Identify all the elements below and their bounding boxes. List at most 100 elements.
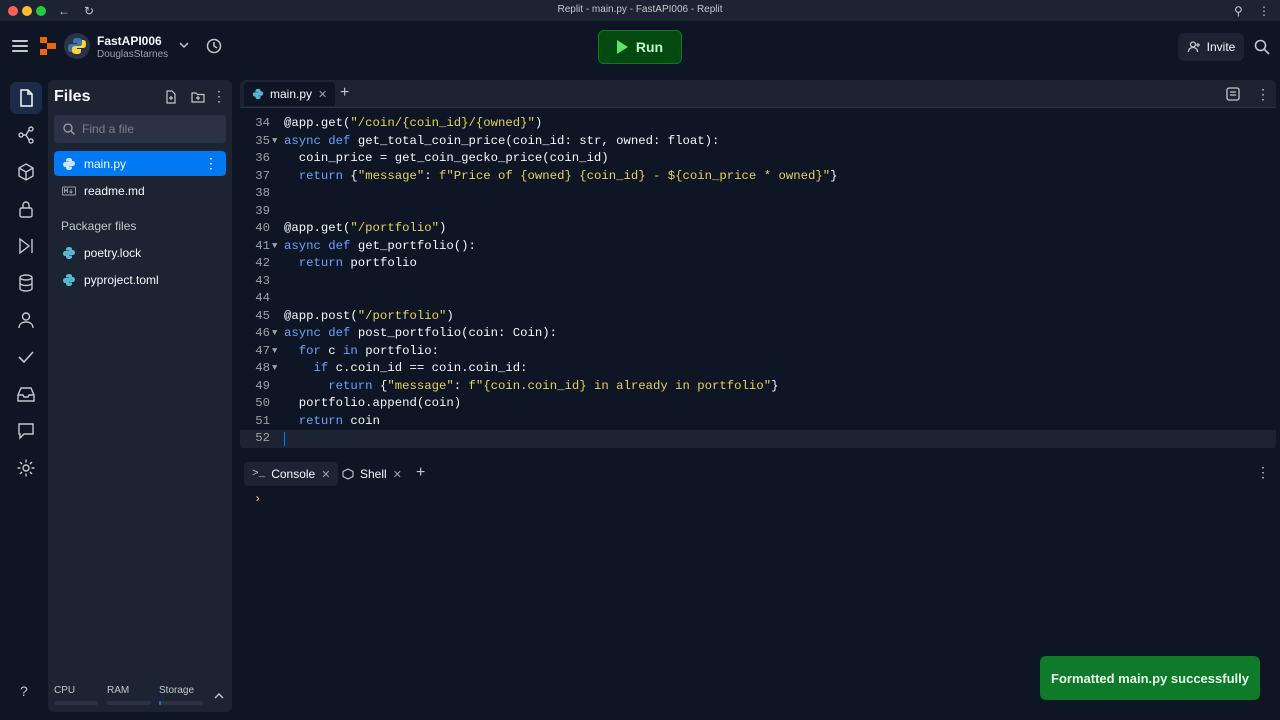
cpu-meter[interactable] bbox=[54, 701, 98, 705]
rail-settings[interactable] bbox=[10, 452, 42, 484]
code-line[interactable]: 37 return {"message": f"Price of {owned}… bbox=[240, 168, 1276, 186]
fold-toggle-icon[interactable]: ▼ bbox=[272, 238, 277, 256]
checkmark-icon bbox=[18, 351, 34, 364]
code-text: @app.get("/portfolio") bbox=[284, 221, 447, 235]
fold-toggle-icon[interactable]: ▼ bbox=[272, 343, 277, 361]
code-line[interactable]: 47 ▼ for c in portfolio: bbox=[240, 343, 1276, 361]
rail-database[interactable] bbox=[10, 267, 42, 299]
console-prompt[interactable]: › bbox=[254, 492, 261, 506]
code-line[interactable]: 34 @app.get("/coin/{coin_id}/{owned}") bbox=[240, 115, 1276, 133]
text-caret bbox=[284, 432, 285, 446]
code-line[interactable]: 41 ▼ async def get_portfolio(): bbox=[240, 238, 1276, 256]
code-line[interactable]: 38 bbox=[240, 185, 1276, 203]
gear-icon bbox=[17, 459, 35, 477]
python-file-icon bbox=[63, 157, 75, 170]
rail-git[interactable] bbox=[10, 119, 42, 151]
tool-rail: ? bbox=[0, 72, 50, 720]
fold-toggle-icon[interactable]: ▼ bbox=[272, 360, 277, 378]
line-number: 43 bbox=[255, 273, 270, 288]
code-editor-pane: main.py ✕ + ⋮ 34 @app.get("/coin/{coin_id… bbox=[240, 80, 1276, 450]
invite-button-label: Invite bbox=[1206, 40, 1236, 54]
terminal-prompt-icon: >_ bbox=[252, 468, 266, 480]
invite-button[interactable]: Invite bbox=[1178, 33, 1244, 61]
close-tab-icon[interactable]: ✕ bbox=[393, 468, 402, 481]
storage-meter[interactable] bbox=[159, 701, 203, 705]
file-item-pyproject-toml[interactable]: pyproject.toml bbox=[54, 267, 226, 292]
fold-toggle-icon[interactable]: ▼ bbox=[272, 133, 277, 151]
window-menu-icon[interactable]: ⋮ bbox=[1258, 3, 1270, 19]
hamburger-menu-icon[interactable] bbox=[12, 40, 28, 52]
code-line[interactable]: 39 bbox=[240, 203, 1276, 221]
chevron-up-icon[interactable] bbox=[214, 691, 224, 701]
file-item-readme-md[interactable]: readme.md bbox=[54, 178, 226, 203]
editor-menu-icon[interactable]: ⋮ bbox=[1256, 86, 1270, 103]
code-line[interactable]: 42 return portfolio bbox=[240, 255, 1276, 273]
line-number: 47 bbox=[255, 343, 270, 358]
tab-label: main.py bbox=[270, 87, 313, 101]
cube-icon bbox=[18, 163, 34, 181]
rail-tests[interactable] bbox=[10, 341, 42, 373]
rail-chat[interactable] bbox=[10, 415, 42, 447]
new-folder-icon[interactable] bbox=[191, 90, 205, 104]
close-tab-icon[interactable]: ✕ bbox=[321, 468, 330, 481]
search-icon[interactable] bbox=[1253, 38, 1271, 56]
code-area[interactable]: 34 @app.get("/coin/{coin_id}/{owned}") 35 ▼… bbox=[240, 108, 1276, 450]
line-number: 40 bbox=[255, 221, 270, 235]
console-menu-icon[interactable]: ⋮ bbox=[1256, 464, 1270, 481]
new-file-icon[interactable] bbox=[164, 90, 178, 104]
code-line[interactable]: 43 bbox=[240, 273, 1276, 291]
project-avatar[interactable] bbox=[64, 33, 90, 59]
rail-files[interactable] bbox=[10, 82, 42, 114]
rail-packages[interactable] bbox=[10, 156, 42, 188]
code-text: @app.post("/portfolio") bbox=[284, 308, 454, 323]
python-logo-icon bbox=[68, 38, 86, 54]
code-line[interactable]: 40 @app.get("/portfolio") bbox=[240, 220, 1276, 238]
user-icon bbox=[18, 312, 34, 329]
rail-inbox[interactable] bbox=[10, 378, 42, 410]
project-name[interactable]: FastAPI006 bbox=[97, 34, 162, 48]
tab-console[interactable]: >_ Console ✕ bbox=[244, 462, 339, 486]
code-line[interactable]: 51 return coin bbox=[240, 413, 1276, 431]
line-number: 52 bbox=[255, 431, 270, 445]
code-line[interactable]: 52 bbox=[240, 430, 1276, 448]
chevron-down-icon[interactable] bbox=[178, 39, 190, 51]
find-file-input[interactable] bbox=[82, 121, 218, 137]
file-options-icon[interactable]: ⋮ bbox=[204, 156, 218, 170]
rail-debugger[interactable] bbox=[10, 230, 42, 262]
code-line[interactable]: 46 ▼ async def post_portfolio(coin: Coin): bbox=[240, 325, 1276, 343]
run-button[interactable]: Run bbox=[598, 30, 682, 64]
close-tab-icon[interactable]: ✕ bbox=[318, 88, 327, 101]
play-icon bbox=[616, 40, 628, 54]
tab-main-py[interactable]: main.py ✕ bbox=[244, 82, 336, 106]
code-line[interactable]: 36 coin_price = get_coin_gecko_price(coi… bbox=[240, 150, 1276, 168]
lock-icon bbox=[19, 201, 33, 218]
rail-auth[interactable] bbox=[10, 304, 42, 336]
rail-secrets[interactable] bbox=[10, 193, 42, 225]
tab-shell[interactable]: Shell ✕ bbox=[334, 462, 410, 486]
line-number: 46 bbox=[255, 326, 270, 340]
storage-label: Storage bbox=[159, 685, 195, 696]
code-line[interactable]: 44 bbox=[240, 290, 1276, 308]
line-number: 41 bbox=[255, 238, 270, 253]
line-number: 44 bbox=[255, 291, 270, 305]
files-menu-icon[interactable]: ⋮ bbox=[212, 88, 226, 104]
window-title: Replit - main.py - FastAPI006 - Replit bbox=[557, 4, 723, 15]
code-line[interactable]: 48 ▼ if c.coin_id == coin.coin_id: bbox=[240, 360, 1276, 378]
code-line[interactable]: 50 portfolio.append(coin) bbox=[240, 395, 1276, 413]
ram-meter[interactable] bbox=[107, 701, 151, 705]
file-item-poetry-lock[interactable]: poetry.lock bbox=[54, 240, 226, 265]
history-icon[interactable] bbox=[205, 37, 223, 55]
new-tab-icon[interactable]: + bbox=[340, 84, 349, 102]
code-line[interactable]: 35 ▼ async def get_total_coin_price(coin_i… bbox=[240, 133, 1276, 151]
replit-logo-icon[interactable] bbox=[38, 36, 58, 56]
fold-toggle-icon[interactable]: ▼ bbox=[272, 325, 277, 343]
file-item-main-py[interactable]: main.py ⋮ bbox=[54, 151, 226, 176]
code-line[interactable]: 45 @app.post("/portfolio") bbox=[240, 308, 1276, 326]
layout-icon[interactable] bbox=[1226, 87, 1240, 101]
python-file-icon bbox=[63, 246, 75, 259]
code-line[interactable]: 49 return {"message": f"{coin.coin_id} i… bbox=[240, 378, 1276, 396]
help-icon[interactable]: ? bbox=[20, 683, 28, 699]
zoom-search-icon[interactable]: ⚲ bbox=[1234, 3, 1243, 19]
toast-notification[interactable]: Formatted main.py successfully bbox=[1040, 656, 1260, 700]
new-tab-icon[interactable]: + bbox=[416, 464, 425, 482]
